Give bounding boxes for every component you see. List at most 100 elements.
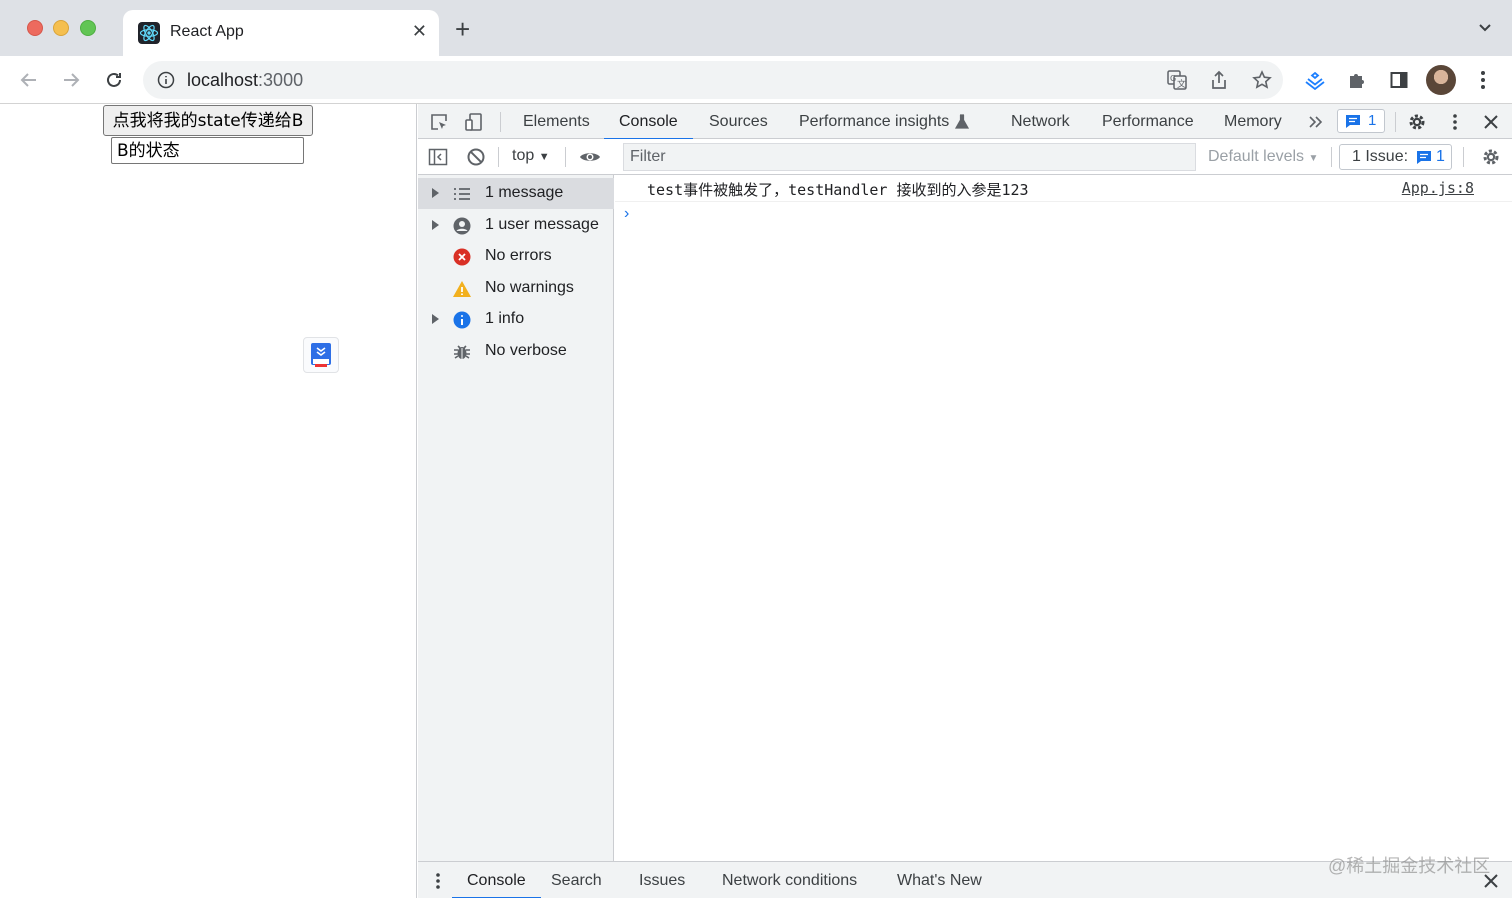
- divider: [498, 147, 499, 167]
- console-toolbar: top ▼ Filter Default levels ▼ 1 Issue: 1: [418, 139, 1512, 175]
- sidebar-item-label: No errors: [485, 247, 552, 264]
- devtools-menu-icon[interactable]: [1443, 110, 1467, 134]
- sidebar-item-label: 1 message: [485, 184, 564, 201]
- console-sidebar: 1 message 1 user message No errors No wa…: [418, 175, 614, 861]
- drawer-tab-whats-new[interactable]: What's New: [897, 862, 982, 898]
- issues-count: 1: [1436, 148, 1445, 165]
- juejin-extension-icon[interactable]: [1303, 68, 1327, 92]
- tab-network[interactable]: Network: [1011, 104, 1070, 139]
- pass-state-button[interactable]: 点我将我的state传递给B: [103, 105, 313, 136]
- tab-sources[interactable]: Sources: [709, 104, 768, 139]
- browser-menu-icon[interactable]: [1471, 68, 1495, 92]
- tab-performance-insights[interactable]: Performance insights: [799, 104, 949, 139]
- new-tab-button[interactable]: +: [455, 16, 470, 42]
- tab-elements[interactable]: Elements: [523, 104, 590, 139]
- sidebar-item-warnings[interactable]: No warnings: [418, 273, 614, 304]
- sidebar-item-label: No verbose: [485, 342, 567, 359]
- close-window-button[interactable]: [27, 20, 43, 36]
- settings-gear-icon[interactable]: [1405, 110, 1429, 134]
- sidebar-item-label: No warnings: [485, 279, 574, 296]
- page-viewport: 点我将我的state传递给B B的状态: [0, 104, 417, 898]
- bug-icon: [452, 342, 472, 362]
- react-logo-icon: [138, 22, 160, 44]
- inspect-element-icon[interactable]: [427, 110, 451, 134]
- drawer-tab-console[interactable]: Console: [452, 862, 541, 898]
- expand-arrow-icon[interactable]: [432, 314, 439, 324]
- toggle-sidebar-icon[interactable]: [426, 145, 450, 169]
- sidebar-item-user-messages[interactable]: 1 user message: [418, 210, 614, 241]
- state-input[interactable]: B的状态: [111, 137, 304, 164]
- svg-text:G: G: [1170, 74, 1176, 83]
- url-text: localhost:3000: [187, 70, 303, 91]
- zoom-window-button[interactable]: [80, 20, 96, 36]
- sidebar-item-info[interactable]: 1 info: [418, 304, 614, 335]
- console-settings-gear-icon[interactable]: [1479, 145, 1503, 169]
- devtools-panel: Elements Console Sources Performance ins…: [418, 104, 1512, 898]
- info-icon: [452, 310, 472, 330]
- more-tabs-chevron-icon[interactable]: [1304, 110, 1328, 134]
- browser-titlebar: React App ✕ +: [0, 0, 1512, 56]
- user-icon: [452, 216, 472, 236]
- sidebar-item-verbose[interactable]: No verbose: [418, 336, 614, 367]
- context-select[interactable]: top ▼: [512, 147, 550, 165]
- sidebar-item-label: 1 info: [485, 310, 525, 327]
- floating-extension-icon[interactable]: [303, 337, 339, 373]
- svg-text:文: 文: [1177, 78, 1186, 90]
- log-levels-select[interactable]: Default levels ▼: [1208, 148, 1318, 166]
- share-icon[interactable]: [1207, 68, 1231, 92]
- tab-performance[interactable]: Performance: [1102, 104, 1194, 139]
- divider: [1331, 147, 1332, 167]
- back-arrow-icon[interactable]: [15, 66, 43, 94]
- dropdown-arrow-icon: ▼: [538, 151, 550, 163]
- warning-icon: [452, 279, 472, 299]
- drawer-tab-issues[interactable]: Issues: [639, 862, 685, 898]
- issues-badge[interactable]: 1 Issue: 1: [1339, 144, 1452, 170]
- minimize-window-button[interactable]: [53, 20, 69, 36]
- issues-label: 1 Issue:: [1352, 148, 1409, 165]
- sidebar-item-errors[interactable]: No errors: [418, 241, 614, 272]
- profile-avatar[interactable]: [1426, 65, 1456, 95]
- device-toolbar-icon[interactable]: [462, 110, 486, 134]
- translate-icon[interactable]: 文G: [1165, 68, 1189, 92]
- drawer-tab-search[interactable]: Search: [551, 862, 602, 898]
- tab-console[interactable]: Console: [604, 104, 693, 140]
- sidebar-item-label: 1 user message: [485, 216, 599, 233]
- expand-arrow-icon[interactable]: [432, 220, 439, 230]
- error-icon: [452, 247, 472, 267]
- tab-title: React App: [170, 23, 244, 40]
- live-expression-eye-icon[interactable]: [578, 145, 602, 169]
- sidebar-item-messages[interactable]: 1 message: [418, 178, 614, 209]
- filter-input[interactable]: Filter: [623, 143, 1196, 171]
- console-prompt-chevron-icon[interactable]: ›: [624, 205, 629, 223]
- browser-tab[interactable]: React App ✕: [123, 10, 439, 56]
- site-info-icon[interactable]: [157, 71, 175, 93]
- divider: [1463, 147, 1464, 167]
- bookmark-star-icon[interactable]: [1250, 68, 1274, 92]
- drawer-menu-icon[interactable]: [426, 869, 450, 893]
- url-port: :3000: [258, 70, 304, 90]
- tab-search-chevron-icon[interactable]: [1478, 20, 1492, 37]
- messages-badge[interactable]: 1: [1337, 109, 1385, 133]
- extensions-puzzle-icon[interactable]: [1345, 68, 1369, 92]
- url-host: localhost: [187, 70, 259, 90]
- log-source-link[interactable]: App.js:8: [1402, 179, 1474, 197]
- watermark-text: @稀土掘金技术社区: [1328, 856, 1491, 876]
- tab-memory[interactable]: Memory: [1224, 104, 1282, 139]
- address-bar[interactable]: localhost:3000 文G: [143, 61, 1283, 99]
- side-panel-icon[interactable]: [1387, 68, 1411, 92]
- forward-arrow-icon[interactable]: [57, 66, 85, 94]
- devtools-tab-bar: Elements Console Sources Performance ins…: [418, 104, 1512, 140]
- divider: [565, 147, 566, 167]
- close-devtools-icon[interactable]: [1479, 110, 1503, 134]
- log-levels-value: Default levels: [1208, 148, 1305, 165]
- expand-arrow-icon[interactable]: [432, 188, 439, 198]
- log-message-row: test事件被触发了，testHandler 接收到的入参是123 App.js…: [615, 175, 1512, 202]
- context-value: top: [512, 147, 535, 164]
- log-message-text: test事件被触发了，testHandler 接收到的入参是123: [647, 181, 1029, 199]
- console-log: test事件被触发了，testHandler 接收到的入参是123 App.js…: [615, 175, 1512, 861]
- tab-close-icon[interactable]: ✕: [412, 21, 427, 42]
- clear-console-icon[interactable]: [464, 145, 488, 169]
- reload-icon[interactable]: [100, 66, 128, 94]
- drawer-tab-network-conditions[interactable]: Network conditions: [722, 862, 857, 898]
- list-icon: [452, 184, 472, 204]
